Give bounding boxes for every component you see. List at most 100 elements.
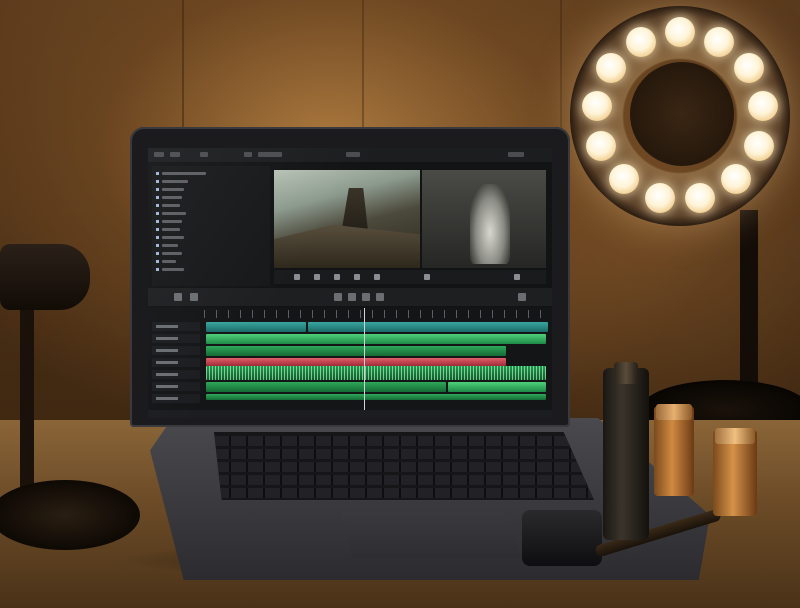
media-pool-panel bbox=[152, 166, 270, 286]
fast-forward-icon bbox=[354, 274, 360, 280]
dark-bottle-cap bbox=[614, 362, 638, 384]
track-header bbox=[152, 382, 200, 391]
amber-bottle-cap bbox=[715, 428, 755, 444]
track-label bbox=[156, 349, 178, 352]
laptop-trackpad bbox=[342, 512, 522, 558]
snap-icon bbox=[348, 293, 356, 301]
folder-icon bbox=[156, 244, 159, 247]
viewer-image-hill bbox=[274, 224, 420, 268]
audio-clip bbox=[206, 382, 446, 392]
ring-light-bulb bbox=[743, 130, 774, 161]
track-header bbox=[152, 370, 200, 379]
media-item bbox=[162, 204, 180, 207]
ring-light-bulb bbox=[665, 17, 695, 47]
folder-icon bbox=[156, 268, 159, 271]
key-row bbox=[214, 462, 594, 472]
link-icon bbox=[362, 293, 370, 301]
folder-icon bbox=[156, 188, 159, 191]
track-label bbox=[156, 361, 178, 364]
folder-icon bbox=[156, 260, 159, 263]
folder-icon bbox=[156, 180, 159, 183]
audio-clip bbox=[206, 394, 546, 400]
flag-icon bbox=[376, 293, 384, 301]
ring-light-bulb bbox=[720, 163, 751, 194]
ring-light-bulb bbox=[581, 90, 612, 121]
media-item bbox=[162, 172, 206, 175]
source-viewer bbox=[274, 170, 420, 268]
folder-icon bbox=[156, 220, 159, 223]
menu-item bbox=[258, 152, 282, 157]
folder-icon bbox=[156, 236, 159, 239]
left-lamp-head bbox=[0, 244, 90, 310]
key-row bbox=[214, 449, 594, 459]
edit-toolbar bbox=[148, 288, 552, 306]
folder-icon bbox=[156, 196, 159, 199]
menu-item bbox=[154, 152, 164, 157]
media-item bbox=[162, 236, 184, 239]
status-bar bbox=[148, 410, 552, 418]
photo-scene bbox=[0, 0, 800, 608]
track-label bbox=[156, 337, 178, 340]
select-tool-icon bbox=[174, 293, 182, 301]
ring-light-bulb bbox=[625, 26, 656, 57]
media-item bbox=[162, 196, 182, 199]
jump-end-icon bbox=[374, 274, 380, 280]
video-clip bbox=[206, 358, 506, 366]
ring-light-bulb bbox=[685, 182, 716, 213]
play-icon bbox=[334, 274, 340, 280]
key-row bbox=[214, 475, 594, 485]
ring-light-bulb bbox=[595, 53, 626, 84]
menu-item bbox=[170, 152, 180, 157]
timeline-ruler bbox=[204, 310, 548, 318]
ring-light-center bbox=[630, 62, 734, 166]
track-label bbox=[156, 325, 178, 328]
track-header bbox=[152, 322, 200, 331]
jump-start-icon bbox=[294, 274, 300, 280]
track-header bbox=[152, 346, 200, 355]
ring-light-bulb bbox=[704, 26, 735, 57]
video-clip bbox=[206, 346, 506, 356]
rewind-icon bbox=[314, 274, 320, 280]
laptop-screen-video-editor bbox=[148, 148, 552, 418]
blade-tool-icon bbox=[334, 293, 342, 301]
media-item bbox=[162, 180, 188, 183]
media-item bbox=[162, 268, 184, 271]
timeline-playhead bbox=[364, 308, 365, 418]
black-case bbox=[522, 510, 602, 566]
fullscreen-icon bbox=[514, 274, 520, 280]
menu-item bbox=[244, 152, 252, 157]
ring-light-bulb bbox=[644, 182, 675, 213]
loop-icon bbox=[424, 274, 430, 280]
dark-bottle bbox=[603, 368, 649, 540]
folder-icon bbox=[156, 204, 159, 207]
media-item bbox=[162, 252, 182, 255]
media-item bbox=[162, 244, 178, 247]
track-label bbox=[156, 373, 178, 376]
editor-menu-bar bbox=[148, 148, 552, 162]
viewer-image-figure bbox=[470, 184, 510, 264]
laptop-keyboard bbox=[214, 432, 594, 500]
trim-tool-icon bbox=[190, 293, 198, 301]
media-item bbox=[162, 228, 180, 231]
folder-icon bbox=[156, 212, 159, 215]
zoom-icon bbox=[518, 293, 526, 301]
amber-bottle-cap bbox=[656, 404, 692, 420]
menu-item bbox=[508, 152, 524, 157]
track-header bbox=[152, 394, 200, 403]
folder-icon bbox=[156, 228, 159, 231]
audio-clip bbox=[206, 366, 546, 380]
menu-item bbox=[200, 152, 208, 157]
video-clip bbox=[206, 322, 306, 332]
program-viewer bbox=[422, 170, 546, 268]
media-item bbox=[162, 212, 186, 215]
media-item bbox=[162, 260, 176, 263]
left-lamp-arm bbox=[20, 300, 34, 510]
track-header bbox=[152, 358, 200, 367]
folder-icon bbox=[156, 172, 159, 175]
key-row bbox=[214, 488, 594, 498]
track-header bbox=[152, 334, 200, 343]
menu-item bbox=[346, 152, 360, 157]
ring-light-bulb bbox=[609, 163, 640, 194]
timeline bbox=[148, 308, 552, 418]
media-item bbox=[162, 220, 182, 223]
